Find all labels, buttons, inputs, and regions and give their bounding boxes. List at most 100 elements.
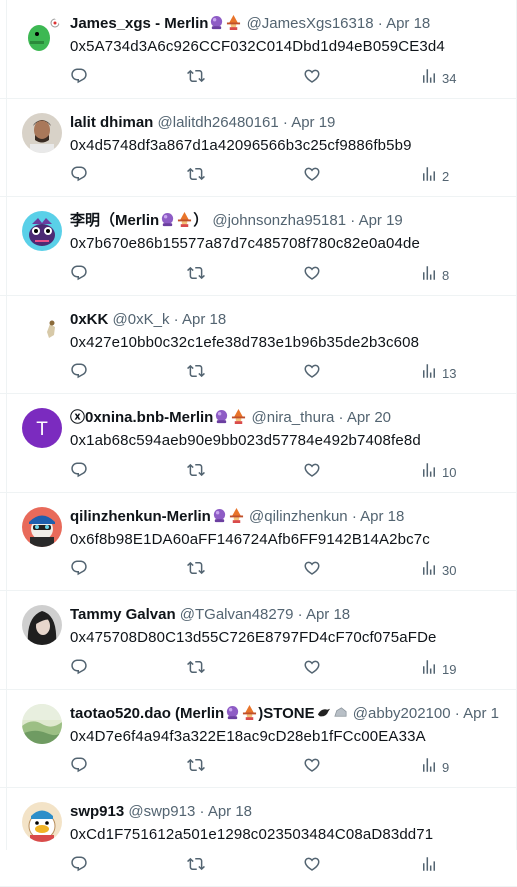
views-button[interactable]: 13 xyxy=(420,362,456,386)
crystal-ball-icon xyxy=(208,15,225,32)
display-name[interactable]: lalit dhiman xyxy=(70,114,153,131)
tweet-date[interactable]: Apr 20 xyxy=(347,409,391,426)
tweet-date[interactable]: Apr 1 xyxy=(463,705,499,722)
retweet-button[interactable] xyxy=(187,460,205,484)
user-handle[interactable]: @qilinzhenkun xyxy=(249,508,348,525)
display-name[interactable]: Tammy Galvan xyxy=(70,606,176,623)
tweet-row[interactable]: 李明（Merlin ） @johnsonzha95181 · Apr 19 0x7… xyxy=(0,197,517,296)
heart-icon xyxy=(303,67,321,90)
avatar[interactable] xyxy=(22,309,62,350)
user-handle[interactable]: @abby202100 xyxy=(353,705,451,722)
views-button[interactable] xyxy=(420,854,438,878)
retweet-button[interactable] xyxy=(187,165,205,189)
tweet-date[interactable]: Apr 18 xyxy=(360,508,404,525)
retweet-button[interactable] xyxy=(187,66,205,90)
like-button[interactable] xyxy=(303,460,321,484)
retweet-button[interactable] xyxy=(187,263,205,287)
tweet-row[interactable]: James_xgs - Merlin @JamesXgs16318 · Apr … xyxy=(0,0,517,99)
like-button[interactable] xyxy=(303,756,321,780)
user-handle[interactable]: @TGalvan48279 xyxy=(180,606,294,623)
tweet-actions: 34 xyxy=(70,66,477,90)
display-name-suffix[interactable]: )STONE xyxy=(258,705,314,722)
tweet-row[interactable]: swp913 @swp913 · Apr 18 0xCd1F751612a501… xyxy=(0,788,517,887)
display-name[interactable]: 李明（Merlin xyxy=(70,212,159,229)
user-handle[interactable]: @lalitdh26480161 xyxy=(158,114,279,131)
user-handle[interactable]: @0xK_k xyxy=(113,311,170,328)
tweet-date[interactable]: Apr 18 xyxy=(386,15,430,32)
tweet-text: 0x475708D80C13d55C726E8797FD4cF70cf075aF… xyxy=(70,629,437,646)
display-name[interactable]: qilinzhenkun-Merlin xyxy=(70,508,211,525)
reply-button[interactable] xyxy=(70,559,88,583)
user-handle[interactable]: @JamesXgs16318 xyxy=(247,15,374,32)
tweet-date[interactable]: Apr 18 xyxy=(182,311,226,328)
heart-icon xyxy=(303,461,321,484)
reply-button[interactable] xyxy=(70,263,88,287)
reply-button[interactable] xyxy=(70,165,88,189)
display-name[interactable]: ⓧ0xnina.bnb-Merlin xyxy=(70,409,213,426)
avatar[interactable] xyxy=(22,605,62,645)
like-button[interactable] xyxy=(303,657,321,681)
tweet-actions: 30 xyxy=(70,559,477,583)
retweet-button[interactable] xyxy=(187,657,205,681)
views-button[interactable]: 9 xyxy=(420,756,449,780)
like-button[interactable] xyxy=(303,263,321,287)
display-name[interactable]: swp913 xyxy=(70,803,124,820)
views-button[interactable]: 30 xyxy=(420,559,456,583)
tweet-text: 0x1ab68c594aeb90e9bb023d57784e492b7408fe… xyxy=(70,432,421,449)
user-handle[interactable]: @johnsonzha95181 xyxy=(212,212,346,229)
avatar[interactable] xyxy=(22,506,62,547)
display-name-suffix[interactable]: ） xyxy=(193,212,208,229)
tweet-date[interactable]: Apr 18 xyxy=(306,606,350,623)
like-button[interactable] xyxy=(303,854,321,878)
tweet-date[interactable]: Apr 18 xyxy=(208,803,252,820)
separator-dot: · xyxy=(350,212,356,229)
views-count: 10 xyxy=(442,464,457,480)
like-button[interactable] xyxy=(303,165,321,189)
views-button[interactable]: 8 xyxy=(420,263,449,287)
tweet-row[interactable]: Tammy Galvan @TGalvan48279 · Apr 18 0x47… xyxy=(0,591,517,690)
reply-button[interactable] xyxy=(70,362,88,386)
reply-button[interactable] xyxy=(70,854,88,878)
tweet-row[interactable]: qilinzhenkun-Merlin @qilinzhenkun · Apr … xyxy=(0,493,517,591)
views-button[interactable]: 19 xyxy=(420,657,456,681)
avatar[interactable] xyxy=(22,802,62,842)
views-count: 8 xyxy=(442,267,450,283)
retweet-button[interactable] xyxy=(187,756,205,780)
tweet-row[interactable]: T ⓧ0xnina.bnb-Merlin @nira_thura · Apr 2… xyxy=(0,394,517,493)
user-handle[interactable]: @nira_thura xyxy=(252,409,335,426)
views-button[interactable]: 2 xyxy=(420,165,449,189)
views-button[interactable]: 34 xyxy=(420,66,456,90)
like-button[interactable] xyxy=(303,362,321,386)
avatar[interactable] xyxy=(22,211,62,251)
retweet-button[interactable] xyxy=(187,362,205,386)
reply-button[interactable] xyxy=(70,66,88,90)
avatar[interactable] xyxy=(22,14,62,54)
retweet-button[interactable] xyxy=(187,559,205,583)
reply-button[interactable] xyxy=(70,657,88,681)
tweet-date[interactable]: Apr 19 xyxy=(359,212,403,229)
tweet-row[interactable]: taotao520.dao (Merlin)STONE @abby202100 … xyxy=(0,690,517,788)
reply-button[interactable] xyxy=(70,460,88,484)
like-button[interactable] xyxy=(303,66,321,90)
retweet-icon xyxy=(187,67,205,90)
tweet-row[interactable]: lalit dhiman @lalitdh26480161 · Apr 19 0… xyxy=(0,99,517,197)
avatar[interactable]: T xyxy=(22,408,62,448)
display-name[interactable]: James_xgs - Merlin xyxy=(70,15,208,32)
user-handle[interactable]: @swp913 xyxy=(128,803,195,820)
tweet-date[interactable]: Apr 19 xyxy=(291,114,335,131)
reply-button[interactable] xyxy=(70,756,88,780)
retweet-icon xyxy=(187,559,205,582)
display-name[interactable]: taotao520.dao (Merlin xyxy=(70,705,224,722)
avatar[interactable] xyxy=(22,703,62,744)
rock-icon xyxy=(332,705,349,722)
reply-icon xyxy=(70,67,88,90)
views-button[interactable]: 10 xyxy=(420,460,456,484)
reply-icon xyxy=(70,756,88,779)
reply-icon xyxy=(70,362,88,385)
tweet-row[interactable]: 0xKK @0xK_k · Apr 18 0x427e10bb0c32c1efe… xyxy=(0,296,517,394)
avatar[interactable] xyxy=(22,112,62,153)
retweet-icon xyxy=(187,461,205,484)
retweet-button[interactable] xyxy=(187,854,205,878)
display-name[interactable]: 0xKK xyxy=(70,311,108,328)
like-button[interactable] xyxy=(303,559,321,583)
